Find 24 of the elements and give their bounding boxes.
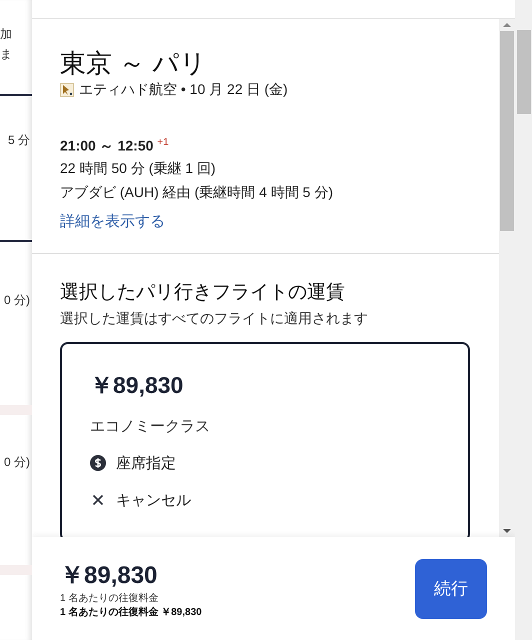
price-note: 1 名あたりの往復料金 bbox=[60, 592, 160, 604]
layover-info: アブダビ (AUH) 経由 (乗継時間 4 時間 5 分) bbox=[60, 182, 334, 202]
fare-card[interactable]: ￥89,830 エコノミークラス 座席指定 キャンセル bbox=[60, 342, 470, 537]
flight-duration: 22 時間 50 分 (乗継 1 回) bbox=[60, 158, 217, 178]
text-fragment: ま bbox=[0, 46, 12, 63]
details-link[interactable]: 詳細を表示する bbox=[60, 212, 475, 231]
airline-date: エティハド航空 • 10 月 22 日 (金) bbox=[79, 81, 288, 99]
flight-times: 21:00 ～ 12:50 $^{+1}$ bbox=[60, 136, 170, 156]
continue-button[interactable]: 続行 bbox=[415, 558, 487, 618]
fare-subheading: 選択した運賃はすべてのフライトに適用されます bbox=[60, 308, 369, 328]
airline-logo-icon bbox=[60, 83, 74, 97]
total-price: ￥89,830 bbox=[60, 560, 158, 590]
feature-label: 座席指定 bbox=[116, 454, 176, 473]
dollar-icon bbox=[90, 455, 106, 472]
text-fragment: 0 分) bbox=[4, 292, 30, 309]
text-fragment: 0 分) bbox=[4, 454, 30, 471]
price-summary: 1 名あたりの往復料金 ￥89,830 bbox=[60, 606, 202, 618]
text-fragment: 加 bbox=[0, 26, 12, 43]
text-fragment: 5 分 bbox=[8, 132, 30, 149]
route-title: 東京 ～ パリ bbox=[60, 47, 208, 79]
fare-heading: 選択したパリ行きフライトの運賃 bbox=[60, 280, 346, 305]
cabin-class: エコノミークラス bbox=[90, 416, 211, 436]
feature-label: キャンセル bbox=[116, 490, 191, 510]
fare-price: ￥89,830 bbox=[90, 370, 184, 400]
